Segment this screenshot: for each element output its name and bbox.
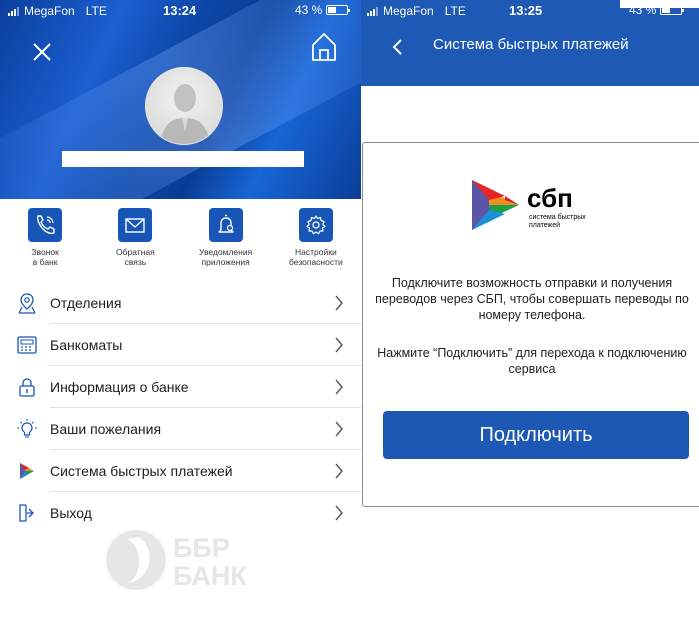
quick-actions: Звонок в банк Обратная связь Уведомления… [0,208,361,280]
sbp-icon [20,463,34,479]
menu-item-sbp[interactable]: Система быстрых платежей [0,450,361,492]
menu-item-atms[interactable]: Банкоматы [0,324,361,366]
menu-item-wishes[interactable]: Ваши пожелания [0,408,361,450]
exit-icon [19,504,34,522]
menu-item-label: Система быстрых платежей [50,463,233,479]
sbp-description: Подключите возможность отправки и получе… [375,276,689,322]
status-time: 13:25 [509,3,543,18]
battery-percent: 43 % [295,3,323,17]
connect-button[interactable]: Подключить [383,411,689,459]
phone-icon [37,215,55,235]
chevron-right-icon [335,463,343,479]
home-icon[interactable] [311,32,337,62]
menu-item-label: Ваши пожелания [50,421,162,437]
lightbulb-icon [17,419,37,438]
profile-header: MegaFon LTE 13:24 43 % [0,0,361,199]
sbp-logo-sub2: платежей [529,221,560,229]
call-bank-action[interactable]: Звонок в банк [0,208,90,280]
location-pin-icon [18,293,36,314]
menu-item-label: Информация о банке [50,379,189,395]
sbp-logo: сбп система быстрых платежей [472,180,586,230]
back-chevron-icon[interactable] [391,38,403,56]
carrier-name: MegaFon [383,4,434,18]
menu-item-label: Отделения [50,295,122,311]
menu-item-bank-info[interactable]: Информация о банке [0,366,361,408]
watermark-line2: БАНК [173,561,247,591]
navigation-bar: MegaFon LTE 13:25 43 % Система быстрых п… [361,0,699,86]
signal-icon [8,6,19,16]
menu-item-label: Банкоматы [50,337,123,353]
user-name-field [62,151,304,167]
menu-item-label: Выход [50,505,92,521]
mail-icon [125,218,146,233]
right-phone-screen: MegaFon LTE 13:25 43 % Система быстрых п… [361,0,699,630]
feedback-action[interactable]: Обратная связь [90,208,180,280]
sbp-logo-sub1: система быстрых [529,213,586,221]
quick-action-label: Настройки безопасности [289,247,343,267]
chevron-right-icon [335,505,343,521]
network-type: LTE [444,4,466,18]
sbp-instruction: Нажмите “Подключить” для перехода к подк… [377,346,687,376]
notifications-action[interactable]: Уведомления приложения [181,208,271,280]
chevron-right-icon [335,295,343,311]
close-icon[interactable] [30,40,54,64]
gear-icon [306,215,326,235]
carrier-name: MegaFon [24,4,75,18]
security-settings-action[interactable]: Настройки безопасности [271,208,361,280]
network-type: LTE [85,4,107,18]
page-title: Система быстрых платежей [433,36,629,53]
bbr-bank-watermark-logo: ББР БАНК [106,530,247,591]
bell-icon [217,214,234,233]
lock-info-icon [19,378,35,397]
chevron-right-icon [335,379,343,395]
status-bar: MegaFon LTE 13:24 43 % [0,0,361,20]
chevron-right-icon [335,421,343,437]
main-menu: Отделения Банкоматы Информация о банке В… [0,282,361,534]
sbp-logo-name: сбп [527,183,573,213]
atm-icon [17,336,37,354]
quick-action-label: Уведомления приложения [199,247,253,267]
avatar[interactable] [145,67,223,145]
status-time: 13:24 [163,3,197,18]
menu-item-branches[interactable]: Отделения [0,282,361,324]
battery-icon [326,5,351,15]
quick-action-label: Звонок в банк [31,247,59,267]
chevron-right-icon [335,337,343,353]
watermark-line1: ББР [173,533,230,563]
signal-icon [367,6,378,16]
quick-action-label: Обратная связь [116,247,155,267]
avatar-silhouette-icon [160,84,210,144]
left-phone-screen: MegaFon LTE 13:24 43 % Звонок в банк Обр… [0,0,361,630]
sbp-connect-card: сбп система быстрых платежей Подключите … [362,142,699,507]
